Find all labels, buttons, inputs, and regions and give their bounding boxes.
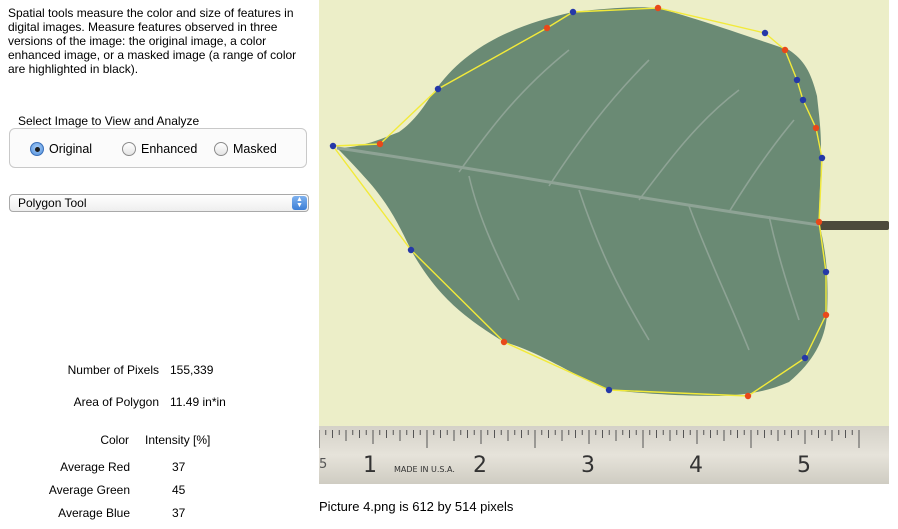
image-select-title: Select Image to View and Analyze [18, 114, 200, 128]
polygon-vertex-handle[interactable] [801, 354, 809, 362]
polygon-vertex-handle[interactable] [569, 8, 577, 16]
polygon-vertex-handle[interactable] [434, 85, 442, 93]
pixels-label: Number of Pixels [67, 363, 159, 377]
polygon-vertex-handle[interactable] [605, 386, 613, 394]
ruler-brand: MADE IN U.S.A. [394, 465, 455, 474]
radio-masked-label: Masked [233, 142, 277, 156]
polygon-vertex-handle[interactable] [744, 392, 752, 400]
ruler-number-1: 1 [363, 453, 377, 478]
avg-red-label: Average Red [60, 460, 130, 474]
polygon-vertex-handle[interactable] [329, 142, 337, 150]
area-label: Area of Polygon [73, 395, 159, 409]
radio-original-label: Original [49, 142, 93, 156]
radio-enhanced-label: Enhanced [141, 142, 198, 156]
polygon-vertex-handle[interactable] [815, 218, 823, 226]
leaf-photo[interactable]: 5 1 MADE IN U.S.A. 2 3 4 5 [318, 0, 889, 484]
image-viewer[interactable]: 5 1 MADE IN U.S.A. 2 3 4 5 [318, 0, 889, 484]
radio-enhanced-button[interactable] [122, 142, 136, 156]
polygon-vertex-handle[interactable] [500, 338, 508, 346]
polygon-vertex-handle[interactable] [654, 4, 662, 12]
polygon-vertex-handle[interactable] [812, 124, 820, 132]
leaf-stem [817, 221, 889, 230]
ruler-partial-digit: 5 [319, 457, 327, 472]
radio-original[interactable]: Original [30, 142, 92, 156]
polygon-vertex-handle[interactable] [793, 76, 801, 84]
select-arrows-icon: ▲ ▼ [292, 196, 307, 210]
area-value: 11.49 in*in [170, 395, 226, 409]
polygon-vertex-handle[interactable] [799, 96, 807, 104]
avg-red-value: 37 [172, 460, 186, 474]
polygon-vertex-handle[interactable] [781, 46, 789, 54]
intensity-header: Intensity [%] [145, 433, 211, 447]
polygon-vertex-handle[interactable] [822, 311, 830, 319]
ruler-number-5: 5 [797, 453, 811, 478]
radio-original-button[interactable] [30, 142, 44, 156]
polygon-vertex-handle[interactable] [822, 268, 830, 276]
polygon-vertex-handle[interactable] [407, 246, 415, 254]
radio-masked[interactable]: Masked [214, 142, 277, 156]
avg-blue-label: Average Blue [58, 506, 130, 520]
tool-select-value: Polygon Tool [18, 196, 87, 210]
color-header: Color [100, 433, 129, 447]
tool-select[interactable]: Polygon Tool ▲ ▼ [9, 194, 309, 212]
polygon-vertex-handle[interactable] [761, 29, 769, 37]
ruler-number-2: 2 [473, 453, 487, 478]
image-caption: Picture 4.png is 612 by 514 pixels [319, 499, 514, 514]
polygon-vertex-handle[interactable] [543, 24, 551, 32]
pixels-value: 155,339 [170, 363, 214, 377]
ruler-number-3: 3 [581, 453, 595, 478]
intro-text: Spatial tools measure the color and size… [8, 6, 297, 76]
ruler-number-4: 4 [689, 453, 703, 478]
avg-green-value: 45 [172, 483, 186, 497]
radio-enhanced[interactable]: Enhanced [122, 142, 197, 156]
polygon-vertex-handle[interactable] [818, 154, 826, 162]
avg-green-label: Average Green [48, 483, 130, 497]
avg-blue-value: 37 [172, 506, 186, 520]
image-select-group: Original Enhanced Masked [9, 128, 307, 168]
polygon-vertex-handle[interactable] [376, 140, 384, 148]
radio-masked-button[interactable] [214, 142, 228, 156]
